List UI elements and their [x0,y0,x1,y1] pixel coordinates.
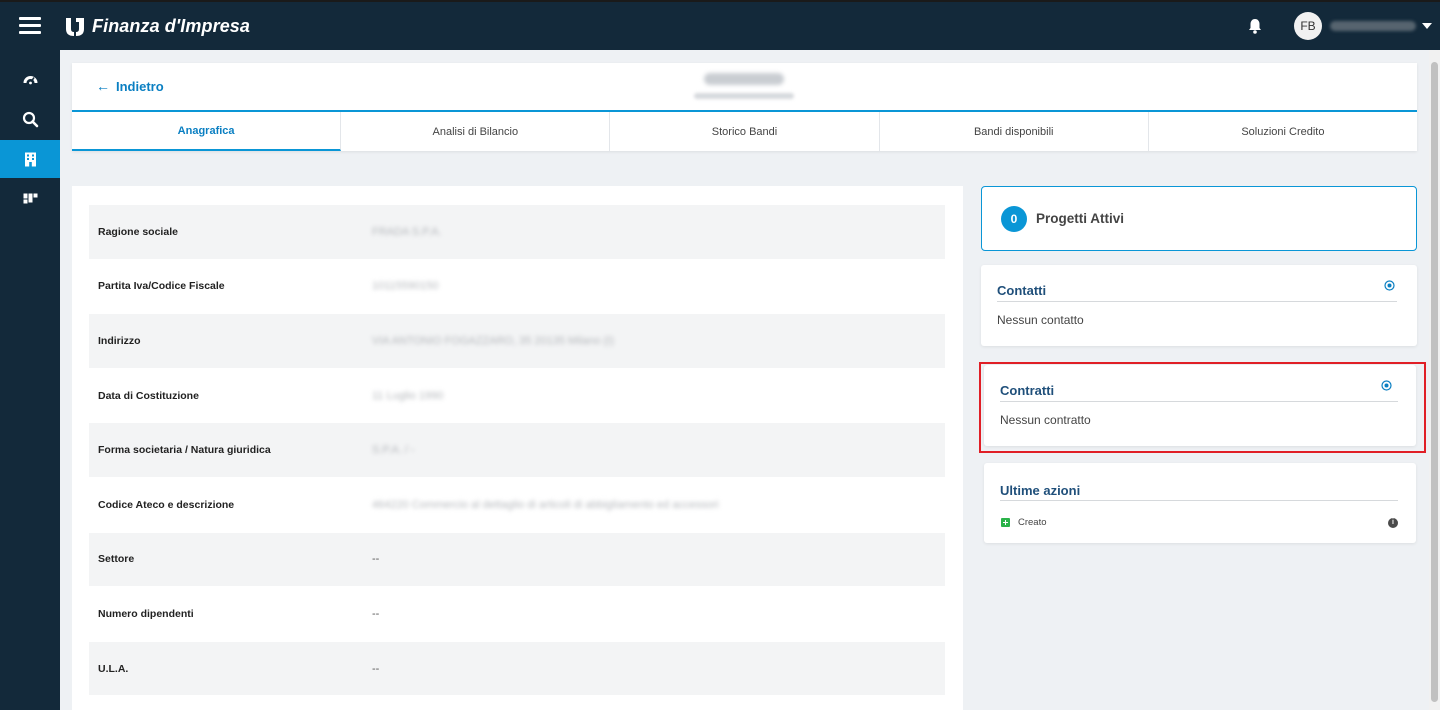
building-icon [24,152,36,166]
back-label: Indietro [116,78,164,94]
sidebar-item-companies[interactable] [0,140,60,178]
table-row: Ragione sociale FRADA S.P.A. [89,205,945,260]
anagrafica-card: Ragione sociale FRADA S.P.A. Partita Iva… [72,186,963,710]
company-subtitle-redacted [694,93,794,99]
progetti-count-badge: 0 [1001,205,1027,232]
scrollbar-thumb[interactable] [1431,62,1438,702]
row-label: U.L.A. [98,662,129,675]
speedometer-icon [23,75,37,84]
sidebar-item-dashboard[interactable] [0,60,60,98]
sidebar [0,50,60,710]
row-value: -- [372,662,380,675]
progetti-title: Progetti Attivi [1036,211,1125,226]
ultime-azioni-card: Ultime azioni Creato i [984,463,1416,543]
tab-bar: Anagrafica Analisi di Bilancio Storico B… [72,110,1417,151]
highlight-box [979,362,1426,453]
row-value: 464220 Commercio al dettaglio di articol… [372,498,719,511]
company-name-redacted [704,73,784,85]
row-label: Partita Iva/Codice Fiscale [98,280,225,293]
row-value: FRADA S.P.A. [372,225,442,238]
row-label: Forma societaria / Natura giuridica [98,444,271,457]
hamburger-icon [19,17,41,35]
row-label: Settore [98,553,135,566]
app-title: Finanza d'Impresa [92,15,251,36]
company-header: ← Indietro Anagrafica Analisi di Bilanci… [72,63,1417,151]
tab-anagrafica[interactable]: Anagrafica [72,112,342,151]
row-value: -- [372,607,380,620]
table-row: Partita Iva/Codice Fiscale 10115590150 [89,260,945,315]
action-label: Creato [1018,517,1047,528]
arrow-left-icon: ← [96,78,110,94]
chevron-down-icon[interactable] [1422,23,1432,29]
table-row: Data di Costituzione 11 Luglio 1990 [89,369,945,424]
table-row: Settore -- [89,532,945,588]
row-value: VIA ANTONIO FOGAZZARO, 35 20135 Milano (… [372,334,614,347]
tab-soluzioni-credito[interactable]: Soluzioni Credito [1149,112,1417,151]
table-row: Indirizzo VIA ANTONIO FOGAZZARO, 35 2013… [89,314,945,369]
row-label: Codice Ateco e descrizione [98,498,235,511]
row-label: Data di Costituzione [98,389,199,402]
info-icon[interactable]: i [1388,517,1398,528]
info-table: Ragione sociale FRADA S.P.A. Partita Iva… [89,205,945,697]
user-area: FB [1246,12,1432,40]
progetti-attivi-card[interactable]: 0 Progetti Attivi [981,186,1417,251]
divider [1000,500,1398,501]
avatar[interactable]: FB [1294,12,1322,40]
top-bar: Finanza d'Impresa FB [0,0,1440,50]
contatti-title: Contatti [997,283,1047,298]
divider [997,301,1397,302]
sidebar-item-search[interactable] [0,100,60,138]
row-value: 10115590150 [372,280,439,293]
tab-analisi-di-bilancio[interactable]: Analisi di Bilancio [341,112,611,151]
tab-bandi-disponibili[interactable]: Bandi disponibili [880,112,1149,151]
table-row: Codice Ateco e descrizione 464220 Commer… [89,478,945,533]
table-row: Numero dipendenti -- [89,587,945,642]
back-button[interactable]: ← Indietro [96,78,164,94]
row-label: Ragione sociale [98,225,178,238]
row-value: 11 Luglio 1990 [372,389,444,402]
search-icon [22,111,38,127]
row-value: S.P.A. / - [372,444,415,457]
table-row: Forma societaria / Natura giuridica S.P.… [89,423,945,478]
row-label: Numero dipendenti [98,607,194,620]
app-logo[interactable]: Finanza d'Impresa [64,15,250,37]
page-scrollbar[interactable] [1429,50,1440,710]
add-contact-icon[interactable] [1384,280,1395,291]
contatti-empty-text: Nessun contatto [997,313,1084,327]
row-value: -- [372,553,380,566]
user-name-redacted[interactable] [1330,21,1416,31]
contatti-card: Contatti Nessun contatto [981,265,1417,346]
tab-storico-bandi[interactable]: Storico Bandi [610,112,880,151]
menu-button[interactable] [0,2,60,50]
list-item: Creato i [1001,517,1398,528]
sidebar-item-board[interactable] [0,180,60,218]
ultime-azioni-title: Ultime azioni [1000,483,1081,498]
table-row: U.L.A. -- [89,641,945,697]
bell-icon[interactable] [1246,17,1264,35]
plus-square-icon [1001,518,1010,527]
logo-mark-icon [66,18,84,36]
row-label: Indirizzo [98,334,141,347]
kanban-icon [23,193,37,203]
